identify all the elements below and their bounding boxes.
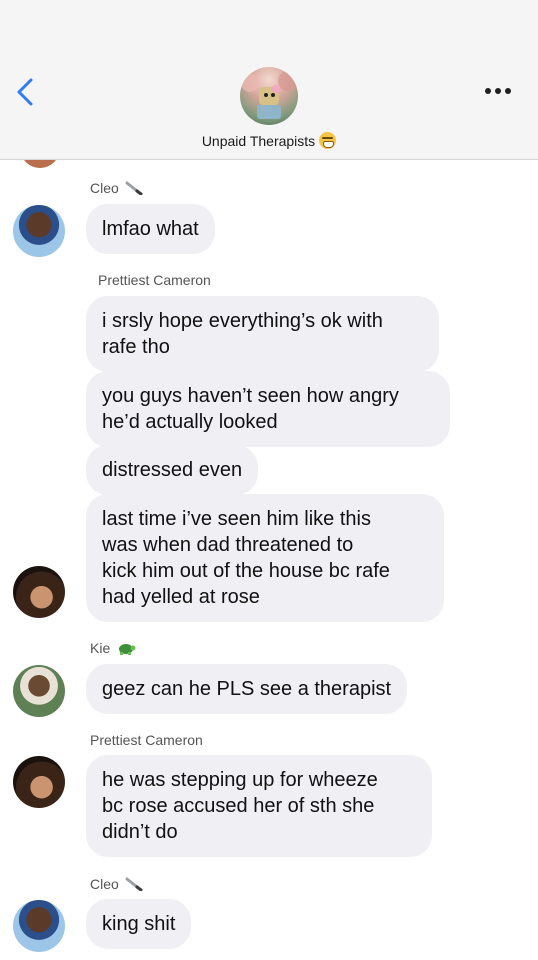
message-bubble[interactable]: lmfao what (86, 204, 215, 254)
sender-name: Cleo (90, 876, 143, 892)
knife-icon (125, 181, 143, 195)
avatar-cleo[interactable] (13, 900, 65, 952)
message-bubble[interactable]: you guys haven’t seen how angry he’d act… (86, 371, 450, 447)
knife-icon (125, 877, 143, 891)
group-avatar-image (241, 71, 298, 119)
message-bubble[interactable]: he was stepping up for wheeze bc rose ac… (86, 755, 432, 857)
message-bubble[interactable]: last time i’ve seen him like this was wh… (86, 494, 444, 622)
message-bubble[interactable]: distressed even (86, 445, 259, 495)
sender-name-label: Cleo (90, 180, 119, 196)
group-avatar[interactable] (240, 67, 298, 125)
sender-name: Prettiest Cameron (90, 732, 203, 748)
avatar-cameron[interactable] (13, 566, 65, 618)
message-bubble[interactable]: king shit (86, 899, 192, 949)
turtle-icon (119, 644, 136, 655)
avatar-cleo[interactable] (13, 205, 65, 257)
chat-header: Unpaid Therapists (0, 0, 538, 160)
sender-name-label: Kie (90, 640, 111, 656)
more-horizontal-icon (485, 88, 511, 94)
group-name-label: Unpaid Therapists (201, 133, 316, 149)
avatar-kie[interactable] (13, 665, 65, 717)
sender-name-label: Cleo (90, 876, 119, 892)
message-bubble[interactable]: geez can he PLS see a therapist (86, 664, 408, 714)
chevron-left-icon (17, 78, 33, 106)
group-name[interactable]: Unpaid Therapists (0, 132, 538, 149)
back-button[interactable] (8, 72, 44, 112)
sender-name: Cleo (90, 180, 143, 196)
avatar-cameron[interactable] (13, 756, 65, 808)
sender-name: Kie (90, 640, 136, 656)
sender-name: Prettiest Cameron (98, 272, 211, 288)
more-button[interactable] (478, 74, 522, 108)
message-bubble[interactable]: i srsly hope everything’s ok with rafe t… (86, 296, 439, 372)
grinning-face-icon (319, 132, 337, 149)
